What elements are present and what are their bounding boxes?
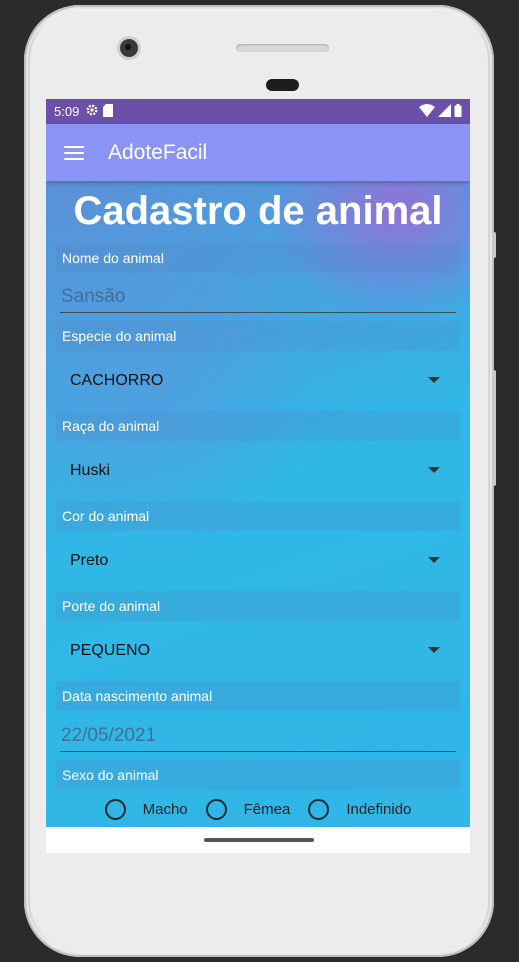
sexo-radio-group: Macho Fêmea Indefinido bbox=[46, 794, 470, 824]
status-icons bbox=[419, 103, 462, 120]
nome-input[interactable]: Sansão bbox=[60, 281, 456, 313]
power-button bbox=[492, 370, 496, 486]
sd-card-icon bbox=[103, 103, 114, 120]
especie-value: CACHORRO bbox=[70, 372, 164, 389]
cor-label: Cor do animal bbox=[56, 501, 460, 531]
app-title: AdoteFacil bbox=[108, 140, 208, 164]
home-gesture-bar[interactable] bbox=[204, 838, 314, 842]
radio-indefinido[interactable]: Indefinido bbox=[308, 798, 412, 820]
nascimento-input[interactable]: 22/05/2021 bbox=[60, 720, 456, 752]
porte-label: Porte do animal bbox=[56, 591, 460, 621]
cor-value: Preto bbox=[70, 552, 109, 569]
gear-icon bbox=[85, 103, 99, 120]
status-time: 5:09 bbox=[54, 104, 80, 119]
status-bar: 5:09 bbox=[46, 99, 470, 124]
battery-icon bbox=[454, 103, 462, 120]
device-screen: 5:09 AdoteFacil Cadastro de animal Nome … bbox=[46, 99, 470, 853]
dropdown-caret-icon bbox=[428, 557, 440, 563]
front-camera bbox=[120, 39, 138, 57]
cor-select[interactable]: Preto bbox=[56, 541, 460, 581]
radio-femea-label: Fêmea bbox=[243, 800, 291, 818]
porte-select[interactable]: PEQUENO bbox=[56, 631, 460, 671]
radio-icon bbox=[308, 798, 330, 820]
page-title: Cadastro de animal bbox=[73, 189, 443, 233]
radio-macho-label: Macho bbox=[142, 800, 188, 818]
raca-select[interactable]: Huski bbox=[56, 451, 460, 491]
earpiece-speaker bbox=[236, 44, 329, 52]
radio-macho[interactable]: Macho bbox=[104, 798, 188, 820]
nascimento-label: Data nascimento animal bbox=[56, 681, 460, 711]
signal-icon bbox=[438, 103, 451, 120]
proximity-sensor bbox=[266, 79, 299, 91]
radio-femea[interactable]: Fêmea bbox=[205, 798, 291, 820]
radio-icon bbox=[104, 798, 126, 820]
porte-value: PEQUENO bbox=[70, 642, 151, 659]
especie-select[interactable]: CACHORRO bbox=[56, 361, 460, 401]
raca-value: Huski bbox=[70, 462, 111, 479]
dropdown-caret-icon bbox=[428, 647, 440, 653]
dropdown-caret-icon bbox=[428, 377, 440, 383]
navigation-bar bbox=[46, 827, 470, 853]
form-content[interactable]: Cadastro de animal Nome do animal Sansão… bbox=[46, 181, 470, 827]
sexo-label: Sexo do animal bbox=[56, 760, 460, 790]
menu-icon[interactable] bbox=[64, 145, 84, 160]
volume-button bbox=[492, 232, 496, 258]
especie-label: Especie do animal bbox=[56, 321, 460, 351]
radio-indefinido-label: Indefinido bbox=[346, 800, 412, 818]
dropdown-caret-icon bbox=[428, 467, 440, 473]
app-bar: AdoteFacil bbox=[46, 124, 470, 181]
wifi-icon bbox=[419, 103, 435, 120]
nome-label: Nome do animal bbox=[56, 243, 460, 273]
raca-label: Raça do animal bbox=[56, 411, 460, 441]
radio-icon bbox=[205, 798, 227, 820]
